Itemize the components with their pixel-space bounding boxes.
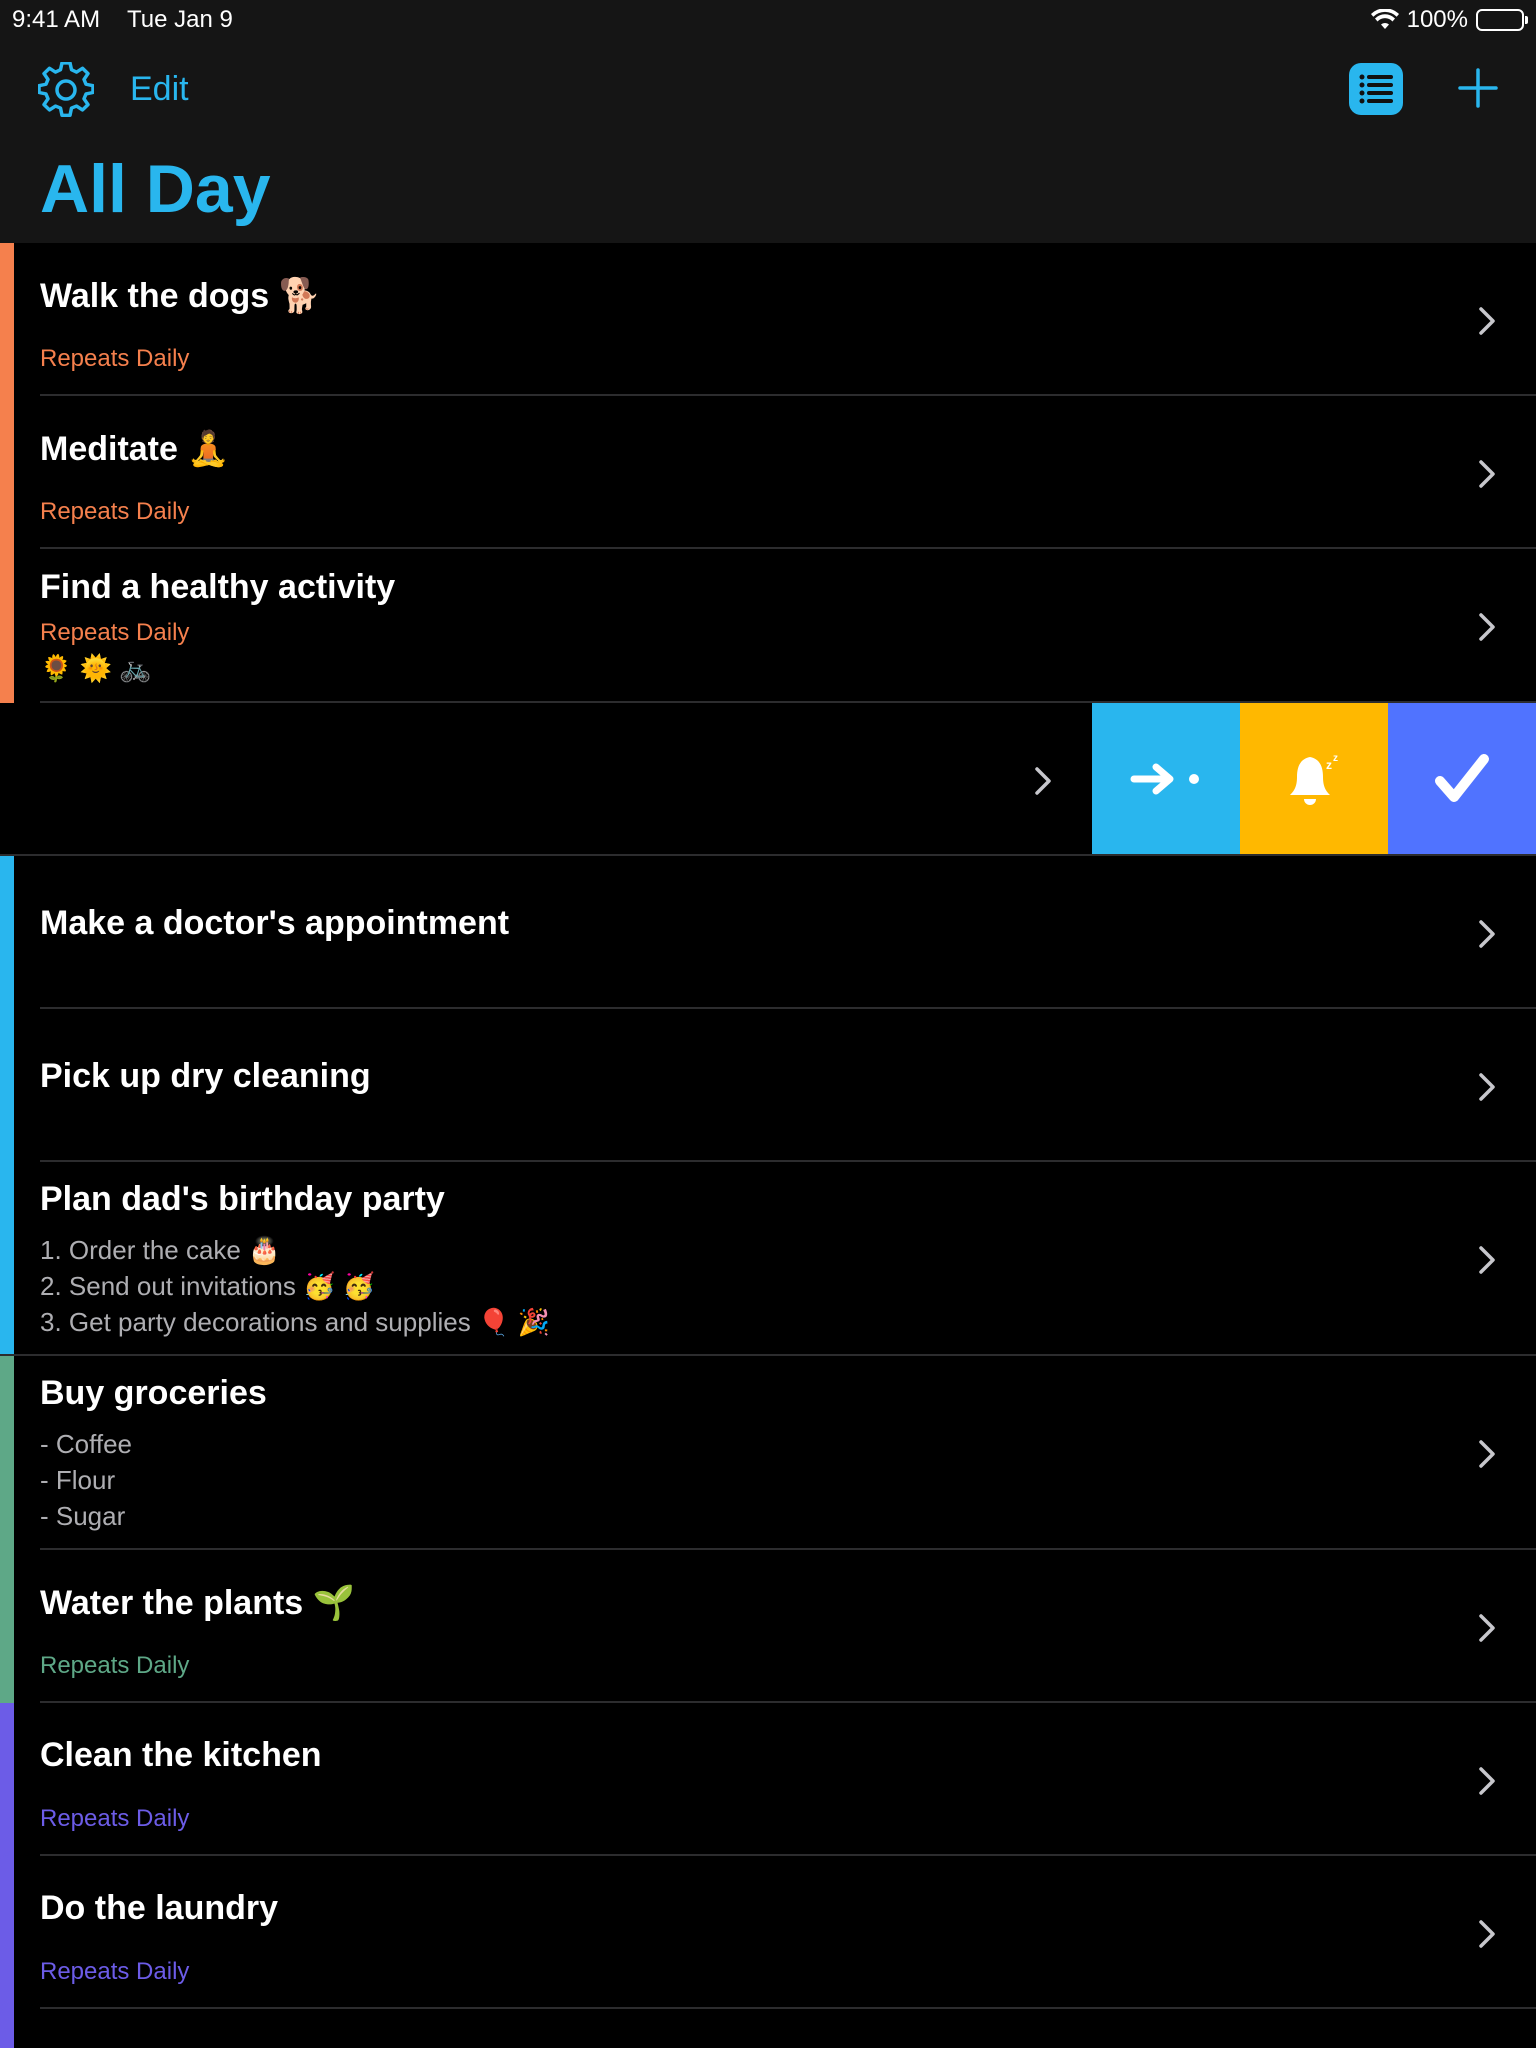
item-title: Plan dad's birthday party	[40, 1180, 445, 1218]
page-title: All Day	[40, 151, 271, 227]
chevron-right-icon	[1479, 1246, 1495, 1274]
checkmark-icon	[1435, 754, 1489, 802]
list-item[interactable]: Buy groceries - Coffee - Flour - Sugar	[0, 1356, 1536, 1550]
list-item[interactable]: Clean the kitchen Repeats Daily	[0, 1703, 1536, 1856]
chevron-right-icon	[1479, 1920, 1495, 1948]
item-title: Clean the kitchen	[40, 1736, 322, 1774]
list-item[interactable]: Meditate 🧘 Repeats Daily	[0, 396, 1536, 549]
item-title: Walk the dogs 🐕	[40, 277, 321, 315]
item-repeat-label: Repeats Daily	[40, 619, 190, 646]
list-icon	[1359, 74, 1393, 104]
chevron-right-icon	[1479, 1614, 1495, 1642]
item-note-line: - Sugar	[40, 1501, 126, 1531]
list-item[interactable]: Water the plants 🌱 Repeats Daily	[0, 1550, 1536, 1703]
item-repeat-label: Repeats Daily	[40, 1805, 190, 1832]
list-view-button[interactable]	[1349, 63, 1403, 115]
list-color-bar	[0, 243, 14, 396]
item-note-line: 2. Send out invitations 🥳 🥳	[40, 1271, 376, 1301]
list-color-bar	[0, 2009, 14, 2048]
item-title: Meditate 🧘	[40, 430, 230, 468]
snooze-button[interactable]: z z	[1240, 703, 1388, 855]
status-time: 9:41 AM	[12, 6, 101, 33]
wifi-icon	[1370, 9, 1399, 29]
item-repeat-label: Repeats Daily	[40, 345, 190, 372]
swiped-list-item[interactable]: z z	[0, 703, 1536, 856]
battery-percent: 100%	[1406, 6, 1468, 33]
chevron-right-icon	[1479, 1440, 1495, 1468]
list-color-bar	[0, 856, 14, 1009]
complete-button[interactable]	[1388, 703, 1536, 855]
item-title: Make a doctor's appointment	[40, 904, 510, 942]
svg-text:z: z	[1333, 753, 1338, 764]
item-repeat-label: Repeats Daily	[40, 498, 190, 525]
list-item[interactable]: Do the laundry Repeats Daily	[0, 1856, 1536, 2009]
list-item[interactable]: Walk the dogs 🐕 Repeats Daily	[0, 243, 1536, 396]
chevron-right-icon	[1479, 1073, 1495, 1101]
item-note-line: - Flour	[40, 1465, 116, 1495]
item-note-line: 3. Get party decorations and supplies 🎈 …	[40, 1307, 550, 1337]
edit-button[interactable]: Edit	[130, 70, 189, 109]
chevron-right-icon	[1479, 460, 1495, 488]
item-title: Find a healthy activity	[40, 568, 396, 606]
chevron-right-icon	[1035, 767, 1051, 795]
snooze-bell-icon: z z	[1290, 753, 1338, 805]
list-color-bar	[0, 1703, 14, 1856]
item-note-line: - Coffee	[40, 1429, 133, 1459]
list-item[interactable]: Plan dad's birthday party 1. Order the c…	[0, 1162, 1536, 1356]
chevron-right-icon	[1479, 613, 1495, 641]
list-color-bar	[0, 1356, 14, 1550]
battery-icon	[1476, 9, 1528, 31]
chevron-right-icon	[1479, 920, 1495, 948]
chevron-right-icon	[1479, 1767, 1495, 1795]
list-color-bar	[0, 396, 14, 549]
item-title: Water the plants 🌱	[40, 1584, 355, 1622]
item-title: Pick up dry cleaning	[40, 1057, 371, 1095]
item-repeat-label: Repeats Daily	[40, 1958, 190, 1985]
svg-text:z: z	[1326, 758, 1332, 772]
list-item[interactable]: Pick up dry cleaning	[0, 1009, 1536, 1162]
gear-icon[interactable]	[38, 62, 94, 118]
list-color-bar	[0, 549, 14, 703]
item-title: Buy groceries	[40, 1374, 267, 1412]
chevron-right-icon	[1479, 307, 1495, 335]
list-item[interactable]: Find a healthy activity Repeats Daily 🌻 …	[0, 549, 1536, 703]
list-item[interactable]: Make a doctor's appointment	[0, 856, 1536, 1009]
list-color-bar	[0, 1162, 14, 1356]
status-date: Tue Jan 9	[127, 6, 233, 33]
list-color-bar	[0, 1550, 14, 1703]
item-note-line: 1. Order the cake 🎂	[40, 1235, 281, 1265]
top-bar: 9:41 AM Tue Jan 9 100% Edit All Day	[0, 0, 1536, 243]
status-bar: 9:41 AM Tue Jan 9 100%	[12, 6, 1528, 36]
item-repeat-label: Repeats Daily	[40, 1652, 190, 1679]
move-to-button[interactable]	[1092, 703, 1240, 855]
item-emoji-tags: 🌻 🌞 🚲	[40, 653, 152, 683]
list-color-bar	[0, 1856, 14, 2009]
add-icon[interactable]	[1458, 68, 1498, 108]
move-to-icon	[1130, 763, 1199, 795]
divider	[40, 2007, 1536, 2009]
list-color-bar	[0, 1009, 14, 1162]
item-title: Do the laundry	[40, 1889, 279, 1927]
